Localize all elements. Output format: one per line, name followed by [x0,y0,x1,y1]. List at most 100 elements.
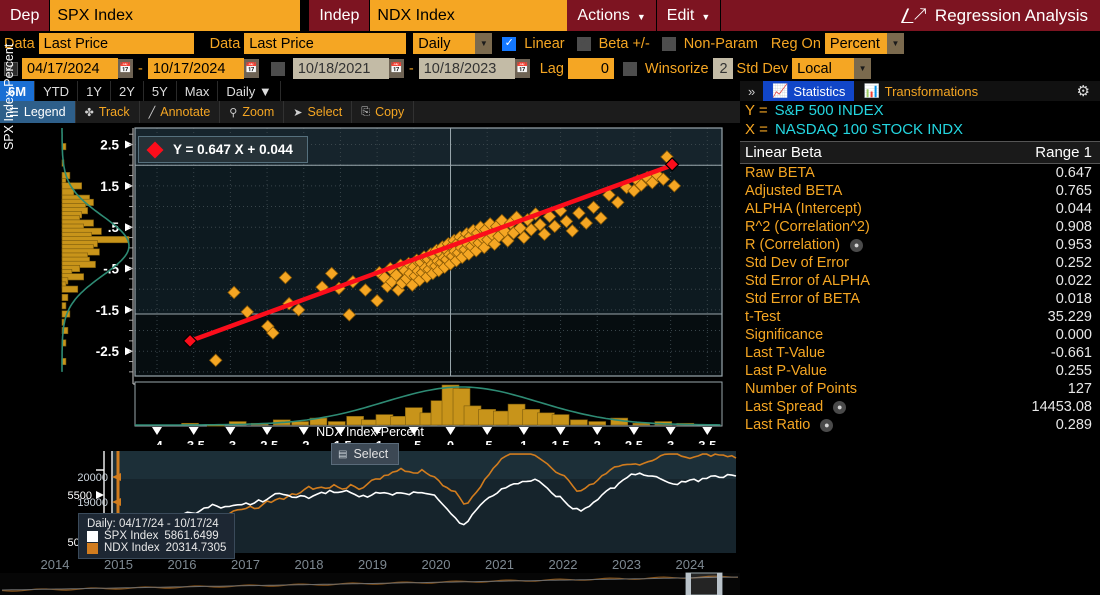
chart-tool-copy[interactable]: ⎘ Copy [352,101,415,123]
timeseries-year-label: 2024 [676,557,705,572]
settings-button[interactable]: ⚙ [1066,81,1100,101]
data2-field[interactable]: Last Price [244,33,407,54]
timeseries-year-label: 2014 [41,557,70,572]
range2-end-input[interactable]: 10/18/2023 [418,58,515,79]
tab-transformations[interactable]: 📊 Transformations [854,81,988,101]
edit-menu[interactable]: Edit ▼ [656,0,722,31]
statistics-row: Std Error of ALPHA 0.022 [740,272,1100,290]
svg-text:-2.5: -2.5 [96,344,120,359]
actions-menu[interactable]: Actions ▼ [567,0,657,31]
regon-field[interactable]: Percent [824,33,887,54]
statistic-value: 127 [1067,381,1092,397]
statistics-row: Std Error of BETA 0.018 [740,290,1100,308]
statistic-label: Std Error of ALPHA [745,273,870,289]
info-icon[interactable]: ● [833,400,847,414]
svg-text:3: 3 [667,438,674,445]
svg-text:0: 0 [447,438,454,445]
spx-series-value: 5861.6499 [164,530,219,542]
period-tab-bar: 6M YTD 1Y 2Y 5Y Max Daily ▼ [0,81,740,101]
regression-equation-legend[interactable]: Y = 0.647 X + 0.044 [138,136,308,163]
calendar-icon[interactable]: 📅 [243,59,259,78]
x-axis-title: NDX Index-Percent [316,425,424,439]
statistics-row: Last P-Value 0.255 [740,362,1100,380]
expand-chevron-icon[interactable]: » [740,81,763,101]
winsorize-label: Winsorize [644,60,709,77]
navigator-handle-left[interactable] [686,573,691,595]
tooltip-title: Daily: 04/17/24 - 10/17/24 [87,518,219,530]
period-tab-daily[interactable]: Daily ▼ [218,81,281,101]
spx-color-swatch [87,530,98,542]
beta-checkbox[interactable]: ✓ [576,36,591,51]
tab-statistics[interactable]: 📈 Statistics [763,81,855,101]
chart-tool-zoom[interactable]: ⚲ Zoom [220,101,285,123]
winsorize-value-input[interactable]: 2 [712,58,733,79]
svg-text:2.5: 2.5 [625,438,643,445]
indep-security-input[interactable]: NDX Index [370,0,568,31]
statistic-label: Raw BETA [745,165,815,181]
statistic-label: Std Dev of Error [745,255,849,271]
histogram-bar [61,188,75,196]
info-icon[interactable]: ● [850,238,864,252]
winsorize-checkbox[interactable]: ✓ [622,61,637,76]
statistic-value: 0.289 [1055,417,1092,433]
chart-tool-track[interactable]: ✤ Track [76,101,140,123]
export-icon[interactable]: ⎳↗ [901,7,926,24]
calendar-icon[interactable]: 📅 [388,59,404,78]
range1-start-input[interactable]: 04/17/2024 [22,58,118,79]
periodicity-dropdown-icon[interactable]: ▼ [475,33,493,54]
statistic-label: Number of Points [745,381,858,397]
svg-text:-.5: -.5 [406,438,421,445]
range2-checkbox[interactable]: ✓ [270,61,285,76]
histogram-bar [61,285,79,293]
period-tab-max[interactable]: Max [177,81,219,101]
y-histogram [61,128,130,372]
lag-input[interactable]: 0 [567,58,614,79]
statistics-row: Significance 0.000 [740,326,1100,344]
magnifier-icon: ⚲ [229,106,238,119]
dep-security-input[interactable]: SPX Index [50,0,301,31]
navigator-selection-window[interactable] [685,572,723,595]
range2-start-input[interactable]: 10/18/2021 [292,58,389,79]
period-tab-ytd[interactable]: YTD [35,81,79,101]
top-toolbar: Dep SPX Index Indep NDX Index Actions ▼ … [0,0,1100,31]
range1-end-input[interactable]: 10/17/2024 [147,58,244,79]
navigator-handle-right[interactable] [717,573,722,595]
period-tab-1y[interactable]: 1Y [78,81,111,101]
timeseries-year-label: 2015 [104,557,133,572]
period-tab-2y[interactable]: 2Y [111,81,144,101]
legend-icon: ▤ [338,448,348,460]
timeseries-year-label: 2018 [295,557,324,572]
periodicity-field[interactable]: Daily [413,33,476,54]
nonparam-checkbox[interactable]: ✓ [661,36,676,51]
timeseries-select-button[interactable]: ▤ Select [331,443,400,465]
regression-analysis-screen: Dep SPX Index Indep NDX Index Actions ▼ … [0,0,1100,595]
histogram-bar [61,293,69,301]
scatter-plot[interactable]: 2.51.5.5-.5-1.5-2.5-4-3.5-3-2.5-2-1.5-1-… [0,123,740,453]
regon-dropdown-icon[interactable]: ▼ [886,33,904,54]
chart-tool-annotate[interactable]: ╱ Annotate [140,101,221,123]
period-tab-5y[interactable]: 5Y [144,81,177,101]
local-dropdown-icon[interactable]: ▼ [854,58,872,79]
ndx-series-value: 20314.7305 [165,542,227,554]
statistic-label: t-Test [745,309,781,325]
calendar-icon[interactable]: 📅 [118,59,133,78]
right-tab-bar: » 📈 Statistics 📊 Transformations ⚙ [740,81,1100,101]
linear-checkbox[interactable]: ✓ [502,36,517,51]
chart-line-icon: 📊 [863,83,880,98]
statistic-value: 0.765 [1055,183,1092,199]
date-range-row: ✓ 04/17/2024 📅 - 10/17/2024 📅 ✓ 10/18/20… [0,56,1100,81]
statistics-icon: 📈 [772,83,789,98]
data1-field[interactable]: Last Price [38,33,194,54]
statistic-label: Significance [745,327,824,343]
local-field[interactable]: Local [792,58,855,79]
info-icon[interactable]: ● [820,418,834,432]
chart-tool-select[interactable]: ➤ Select [284,101,353,123]
cursor-arrow-icon: ➤ [293,106,303,119]
y-value: S&P 500 INDEX [774,102,884,119]
y-axis: 2.51.5.5-.5-1.5-2.5 [96,128,134,384]
calendar-icon[interactable]: 📅 [514,59,530,78]
edit-label: Edit [666,6,695,24]
svg-text:-1.5: -1.5 [96,303,120,318]
regon-label: Reg On [770,35,821,52]
timeseries-select-label: Select [353,447,389,461]
